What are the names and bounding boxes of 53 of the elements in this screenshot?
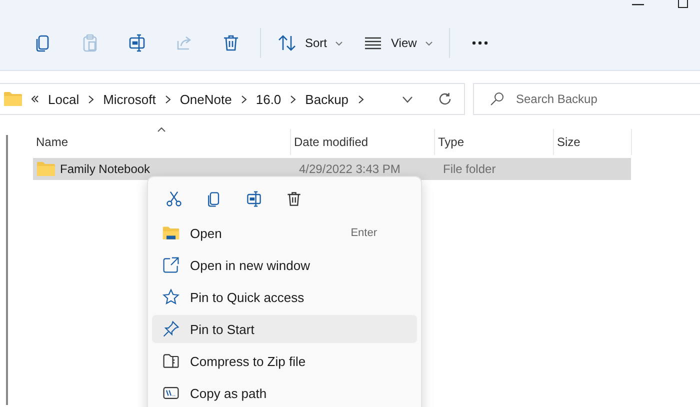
path-icon (162, 384, 180, 402)
chevron-right-icon[interactable] (88, 94, 94, 104)
scrollbar[interactable] (6, 135, 8, 405)
double-chevron-icon[interactable] (31, 95, 39, 103)
maximize-icon[interactable] (678, 0, 688, 8)
file-row[interactable]: Family Notebook 4/29/2022 3:43 PM File folder (33, 158, 631, 180)
breadcrumb-item[interactable]: 16.0 (256, 92, 282, 106)
menu-item[interactable]: Compress to Zip file (152, 347, 417, 375)
menu-item[interactable]: Pin to Quick access (152, 283, 417, 311)
column-header[interactable]: Name (33, 129, 291, 155)
chevron-down-icon[interactable] (402, 96, 413, 102)
column-header[interactable]: Type (435, 129, 554, 155)
sort-menu-button[interactable]: Sort (267, 27, 354, 59)
star-icon (162, 288, 180, 306)
more-icon[interactable] (472, 41, 488, 45)
pin-icon (162, 320, 180, 338)
zip-folder-icon (162, 352, 180, 370)
menu-item[interactable]: Pin to Start (152, 315, 417, 343)
sort-arrows-icon (277, 33, 297, 53)
menu-item[interactable]: Copy as path (152, 379, 417, 407)
caret-icon (335, 40, 344, 46)
chevron-right-icon[interactable] (358, 94, 364, 104)
address-bar[interactable]: Local Microsoft OneNote 16.0 Backup (0, 83, 465, 115)
external-window-icon (162, 256, 180, 274)
chevron-right-icon[interactable] (164, 94, 171, 104)
folder-icon (162, 224, 180, 242)
column-header[interactable]: Size (554, 129, 632, 155)
column-header[interactable]: Date modified (291, 129, 435, 155)
file-name: Family Notebook (60, 162, 150, 176)
breadcrumb-item[interactable]: OneNote (180, 92, 232, 106)
breadcrumb-item[interactable]: Microsoft (103, 92, 156, 106)
breadcrumb-item[interactable]: Backup (305, 92, 349, 106)
breadcrumb-item[interactable]: Local (48, 92, 80, 106)
chevron-right-icon[interactable] (290, 94, 296, 104)
rename-icon (126, 33, 146, 53)
menu-item[interactable]: Open Enter (152, 219, 417, 247)
rename-icon[interactable] (245, 190, 263, 208)
caret-icon (424, 40, 433, 46)
view-menu-button[interactable]: View (353, 27, 443, 59)
refresh-icon[interactable] (438, 92, 452, 106)
shortcut-hint: Enter (350, 227, 377, 239)
folder-icon (37, 162, 55, 176)
search-field[interactable]: Search Backup (514, 91, 700, 107)
menu-item[interactable]: Open in new window (152, 251, 417, 279)
folder-icon (4, 92, 22, 106)
chevron-right-icon[interactable] (240, 94, 247, 104)
search-icon (490, 92, 504, 106)
scissors-icon[interactable] (165, 190, 183, 208)
file-type: File folder (443, 162, 496, 176)
date-modified: 4/29/2022 3:43 PM (299, 162, 400, 176)
minimize-icon[interactable] (632, 4, 644, 6)
trash-icon[interactable] (285, 190, 303, 208)
search-bar[interactable]: Search Backup (473, 83, 700, 115)
